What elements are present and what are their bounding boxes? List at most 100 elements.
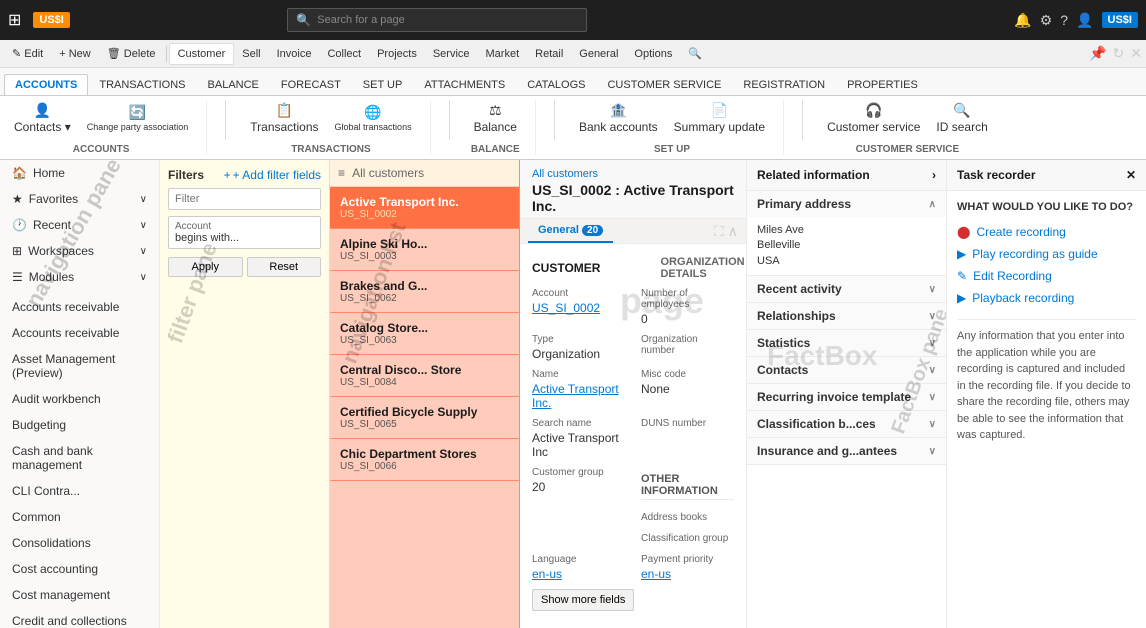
user-icon[interactable]: 👤 <box>1076 12 1093 29</box>
relationships-section-header[interactable]: Relationships ∨ <box>747 303 946 329</box>
primary-address-section-header[interactable]: Primary address ∧ <box>747 191 946 217</box>
nav-asset-management[interactable]: Asset Management (Preview) <box>0 346 159 386</box>
payment-priority-value[interactable]: en-us <box>641 567 734 581</box>
menu-new[interactable]: + New <box>51 44 99 64</box>
classification-section-header[interactable]: Classification b...ces ∨ <box>747 411 946 437</box>
menu-general[interactable]: General <box>571 44 626 64</box>
ribbon-change-party-btn[interactable]: 🔄 Change party association <box>81 102 195 134</box>
tab-accounts[interactable]: ACCOUNTS <box>4 74 88 95</box>
factbox-expand-icon[interactable]: › <box>932 168 936 182</box>
notification-icon[interactable]: 🔔 <box>1014 12 1031 29</box>
task-recorder-create-recording[interactable]: ⬤ Create recording <box>957 221 1136 243</box>
menu-search[interactable]: 🔍 <box>680 43 710 64</box>
nav-audit-workbench[interactable]: Audit workbench <box>0 386 159 412</box>
ribbon-close-icon[interactable]: ✕ <box>1130 45 1142 62</box>
list-item-certified-bicycle[interactable]: Certified Bicycle Supply US_SI_0065 <box>330 397 519 439</box>
settings-icon[interactable]: ⚙ <box>1040 12 1053 29</box>
task-recorder-edit-recording[interactable]: ✎ Edit Recording <box>957 265 1136 287</box>
menu-customer[interactable]: Customer <box>169 43 235 65</box>
menu-invoice[interactable]: Invoice <box>269 44 320 64</box>
factbox-section-primary-address: Primary address ∧ Miles Ave Belleville U… <box>747 191 946 276</box>
recurring-invoice-section-header[interactable]: Recurring invoice template ∨ <box>747 384 946 410</box>
filter-list-icon[interactable]: ≡ <box>338 166 345 180</box>
tab-registration[interactable]: REGISTRATION <box>732 74 836 95</box>
nav-workspaces[interactable]: ⊞ Workspaces ∨ <box>0 238 159 264</box>
company-name-badge[interactable]: US$I <box>33 12 69 28</box>
name-value[interactable]: Active Transport Inc. <box>532 382 625 410</box>
show-more-fields-btn[interactable]: Show more fields <box>532 589 634 611</box>
page-expand-icon[interactable]: ⛶ <box>714 223 724 240</box>
ribbon-contacts-btn[interactable]: 👤 Contacts ▾ <box>8 100 77 136</box>
task-recorder-close-btn[interactable]: ✕ <box>1126 168 1136 182</box>
language-value[interactable]: en-us <box>532 567 625 581</box>
tab-setup[interactable]: SET UP <box>352 74 414 95</box>
menu-collect[interactable]: Collect <box>319 44 369 64</box>
statistics-section-header[interactable]: Statistics ∨ <box>747 330 946 356</box>
ribbon-global-trans-btn[interactable]: 🌐 Global transactions <box>329 102 418 134</box>
menu-delete[interactable]: 🗑 Delete <box>99 43 164 64</box>
ribbon-pin-icon[interactable]: 📌 <box>1089 45 1106 62</box>
ribbon-transactions-btn[interactable]: 📋 Transactions <box>244 100 324 136</box>
search-input[interactable] <box>317 14 578 26</box>
list-item-catalog-store[interactable]: Catalog Store... US_SI_0063 <box>330 313 519 355</box>
ribbon-id-search-btn[interactable]: 🔍 ID search <box>930 100 993 136</box>
nav-modules[interactable]: ☰ Modules ∨ <box>0 264 159 290</box>
filter-reset-btn[interactable]: Reset <box>247 257 322 277</box>
filter-search-input[interactable] <box>168 188 321 210</box>
menu-sell[interactable]: Sell <box>234 44 268 64</box>
account-value[interactable]: US_SI_0002 <box>532 301 625 315</box>
tab-customer-service[interactable]: CUSTOMER SERVICE <box>596 74 732 95</box>
tab-forecast[interactable]: FORECAST <box>270 74 352 95</box>
nav-budgeting[interactable]: Budgeting <box>0 412 159 438</box>
nav-consolidations[interactable]: Consolidations <box>0 530 159 556</box>
search-bar[interactable]: 🔍 <box>287 8 587 32</box>
tab-properties[interactable]: PROPERTIES <box>836 74 929 95</box>
nav-cost-management[interactable]: Cost management <box>0 582 159 608</box>
insurance-section-header[interactable]: Insurance and g...antees ∨ <box>747 438 946 464</box>
menu-service[interactable]: Service <box>425 44 478 64</box>
tab-general[interactable]: General 20 <box>528 219 613 243</box>
ribbon-bank-accounts-btn[interactable]: 🏦 Bank accounts <box>573 100 664 136</box>
filter-apply-btn[interactable]: Apply <box>168 257 243 277</box>
nav-recent[interactable]: 🕐 Recent ∨ <box>0 212 159 238</box>
breadcrumb[interactable]: All customers <box>532 168 734 180</box>
nav-accounts-receivable-1[interactable]: Accounts receivable <box>0 294 159 320</box>
tab-balance[interactable]: BALANCE <box>197 74 270 95</box>
menu-market[interactable]: Market <box>478 44 528 64</box>
nav-common[interactable]: Common <box>0 504 159 530</box>
menu-edit[interactable]: ✎ Edit <box>4 43 51 64</box>
contacts-section-header[interactable]: Contacts ∨ <box>747 357 946 383</box>
nav-home[interactable]: 🏠 Home <box>0 160 159 186</box>
ribbon-customer-service-btn[interactable]: 🎧 Customer service <box>821 100 926 136</box>
nav-cost-accounting[interactable]: Cost accounting <box>0 556 159 582</box>
filter-add-btn[interactable]: + + Add filter fields <box>224 168 321 182</box>
waffle-icon[interactable]: ⊞ <box>8 10 21 30</box>
insurance-chevron: ∨ <box>929 446 936 457</box>
list-item-alpine-ski[interactable]: Alpine Ski Ho... US_SI_0003 <box>330 229 519 271</box>
help-icon[interactable]: ? <box>1060 12 1068 28</box>
nav-cash-bank[interactable]: Cash and bank management <box>0 438 159 478</box>
task-recorder-play-guide[interactable]: ▶ Play recording as guide <box>957 243 1136 265</box>
menu-projects[interactable]: Projects <box>369 44 425 64</box>
nav-favorites[interactable]: ★ Favorites ∨ <box>0 186 159 212</box>
ribbon-group-balance: ⚖ Balance BALANCE <box>468 100 536 155</box>
ribbon-summary-btn[interactable]: 📄 Summary update <box>668 100 771 136</box>
list-item-active-transport[interactable]: Active Transport Inc. US_SI_0002 <box>330 187 519 229</box>
company-picker-badge[interactable]: US$I <box>1102 12 1138 28</box>
ribbon-balance-btn[interactable]: ⚖ Balance <box>468 100 523 136</box>
menu-options[interactable]: Options <box>626 44 680 64</box>
task-recorder-playback[interactable]: ▶ Playback recording <box>957 287 1136 309</box>
tab-catalogs[interactable]: CATALOGS <box>516 74 596 95</box>
nav-cli-contra[interactable]: CLI Contra... <box>0 478 159 504</box>
nav-credit-collections[interactable]: Credit and collections <box>0 608 159 628</box>
nav-accounts-receivable-2[interactable]: Accounts receivable <box>0 320 159 346</box>
list-item-chic-department[interactable]: Chic Department Stores US_SI_0066 <box>330 439 519 481</box>
tab-attachments[interactable]: ATTACHMENTS <box>413 74 516 95</box>
recent-activity-section-header[interactable]: Recent activity ∨ <box>747 276 946 302</box>
list-item-central-disco[interactable]: Central Disco... Store US_SI_0084 <box>330 355 519 397</box>
ribbon-refresh-icon[interactable]: ↻ <box>1113 45 1125 62</box>
list-item-brakes[interactable]: Brakes and G... US_SI_0062 <box>330 271 519 313</box>
menu-retail[interactable]: Retail <box>527 44 571 64</box>
tab-transactions[interactable]: TRANSACTIONS <box>88 74 196 95</box>
page-collapse-icon[interactable]: ∧ <box>728 223 738 240</box>
